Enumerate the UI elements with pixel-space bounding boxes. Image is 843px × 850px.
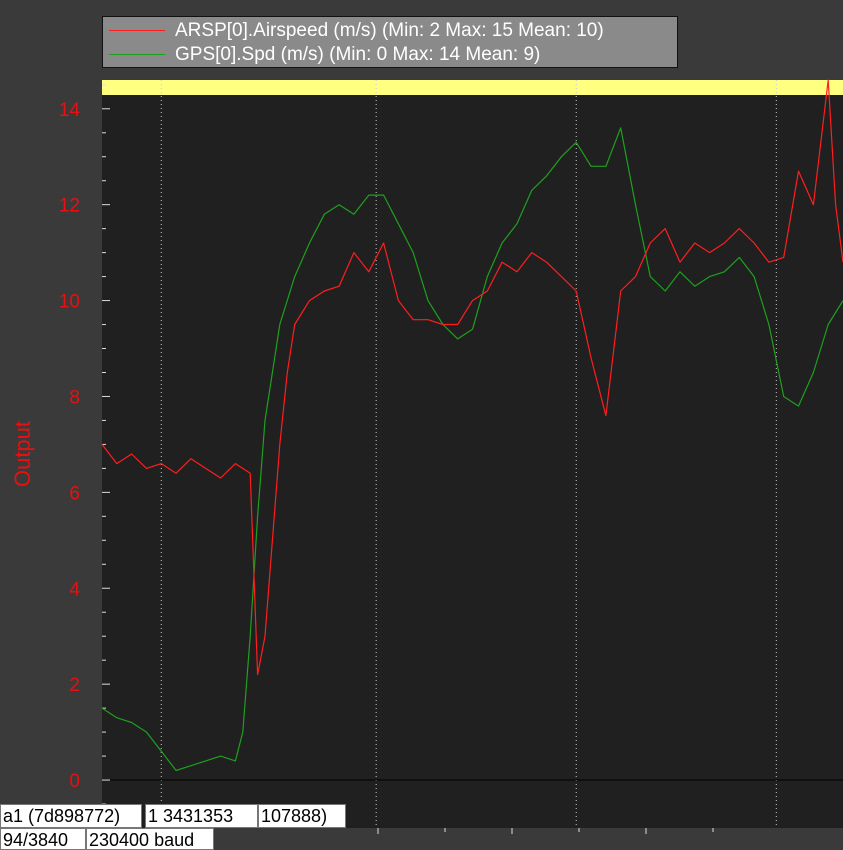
y-tick-label: 14	[59, 100, 81, 121]
y-tick-label: 2	[69, 675, 80, 696]
legend-entry-gps-speed: GPS[0].Spd (m/s) (Min: 0 Max: 14 Mean: 9…	[103, 43, 677, 67]
status-field-1: a1 (7d898772)	[0, 804, 142, 828]
y-tick-label: 6	[69, 483, 80, 504]
y-axis-label: Output	[10, 420, 35, 488]
status-field-2: 1 3431353	[145, 804, 258, 828]
legend-swatch-airspeed	[109, 30, 165, 31]
legend-label-gps-speed: GPS[0].Spd (m/s) (Min: 0 Max: 14 Mean: 9…	[175, 44, 541, 65]
legend-swatch-gps-speed	[109, 54, 165, 55]
y-tick-label: 8	[69, 387, 80, 408]
status-field-4: 94/3840	[0, 828, 86, 850]
legend: ARSP[0].Airspeed (m/s) (Min: 2 Max: 15 M…	[102, 16, 678, 68]
y-tick-label: 12	[59, 196, 80, 217]
y-tick-label: 4	[69, 579, 80, 600]
y-tick-label: 10	[59, 292, 80, 313]
status-field-3: 107888)	[258, 804, 346, 828]
plot-area	[102, 80, 843, 828]
legend-entry-airspeed: ARSP[0].Airspeed (m/s) (Min: 2 Max: 15 M…	[103, 19, 677, 43]
legend-label-airspeed: ARSP[0].Airspeed (m/s) (Min: 2 Max: 15 M…	[175, 20, 604, 41]
highlight-band	[102, 80, 843, 95]
chart-canvas: 0 2 4 6 8 10 12 14	[59, 79, 843, 850]
status-field-5: 230400 baud	[86, 828, 214, 850]
y-tick-label: 0	[69, 771, 80, 792]
